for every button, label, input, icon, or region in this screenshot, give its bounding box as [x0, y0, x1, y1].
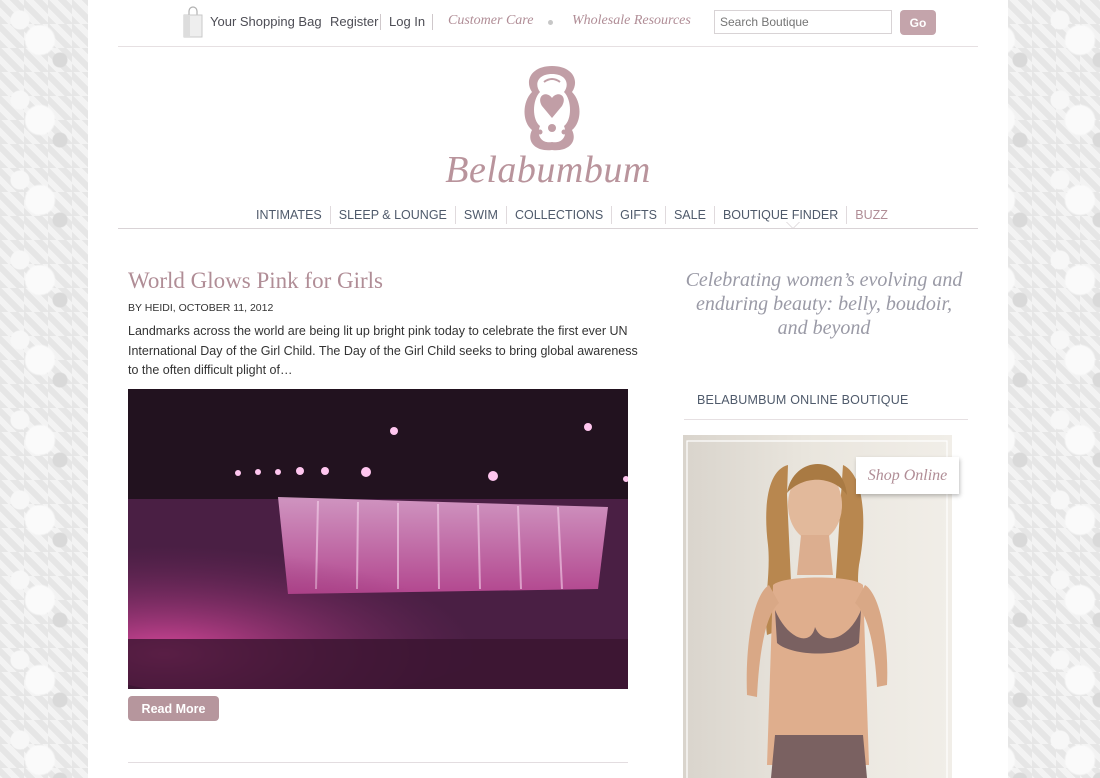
post-divider: [128, 762, 628, 763]
wholesale-resources-link[interactable]: Wholesale Resources: [572, 13, 691, 29]
search-go-button[interactable]: Go: [900, 10, 936, 35]
login-link[interactable]: Log In: [389, 14, 425, 29]
dot-separator: [548, 20, 553, 25]
post-excerpt: Landmarks across the world are being lit…: [128, 324, 638, 377]
shopping-bag-link[interactable]: Your Shopping Bag: [210, 14, 322, 29]
nav-item-buzz[interactable]: BUZZ: [846, 206, 896, 224]
divider: [432, 14, 433, 30]
post-title-link[interactable]: World Glows Pink for Girls: [128, 268, 383, 294]
nav-item-sale[interactable]: SALE: [664, 206, 714, 224]
sidebar-divider: [684, 419, 968, 420]
register-link[interactable]: Register: [330, 14, 378, 29]
divider: [380, 14, 381, 30]
shopping-bag-icon[interactable]: [182, 6, 204, 38]
nav-item-swim[interactable]: SWIM: [454, 206, 506, 224]
sidebar-tagline: Celebrating women’s evolving and endurin…: [685, 269, 963, 339]
nav-item-sleep-lounge[interactable]: SLEEP & LOUNGE: [329, 206, 455, 224]
search-input[interactable]: [714, 10, 892, 34]
active-nav-indicator-fill: [787, 222, 799, 228]
waterfall-illustration: [128, 389, 628, 689]
sidebar-heading: BELABUMBUM ONLINE BOUTIQUE: [697, 393, 909, 407]
nav-item-gifts[interactable]: GIFTS: [611, 206, 665, 224]
main-nav: INTIMATES SLEEP & LOUNGE SWIM COLLECTION…: [118, 206, 978, 229]
utility-bar: Your Shopping Bag Register Log In Custom…: [118, 0, 978, 47]
page-container: Your Shopping Bag Register Log In Custom…: [88, 0, 1008, 778]
belabumbum-logo-icon[interactable]: [518, 62, 586, 154]
shop-online-button[interactable]: Shop Online: [856, 457, 959, 494]
post-byline: BY HEIDI, OCTOBER 11, 2012: [128, 302, 274, 314]
nav-item-boutique-finder[interactable]: BOUTIQUE FINDER: [713, 206, 846, 224]
nav-item-collections[interactable]: COLLECTIONS: [505, 206, 611, 224]
brand-logo-text[interactable]: Belabumbum: [428, 148, 668, 192]
read-more-button[interactable]: Read More: [128, 696, 219, 721]
post-image-pink-waterfall[interactable]: [128, 389, 628, 689]
nav-item-intimates[interactable]: INTIMATES: [248, 206, 330, 224]
customer-care-link[interactable]: Customer Care: [448, 13, 533, 29]
